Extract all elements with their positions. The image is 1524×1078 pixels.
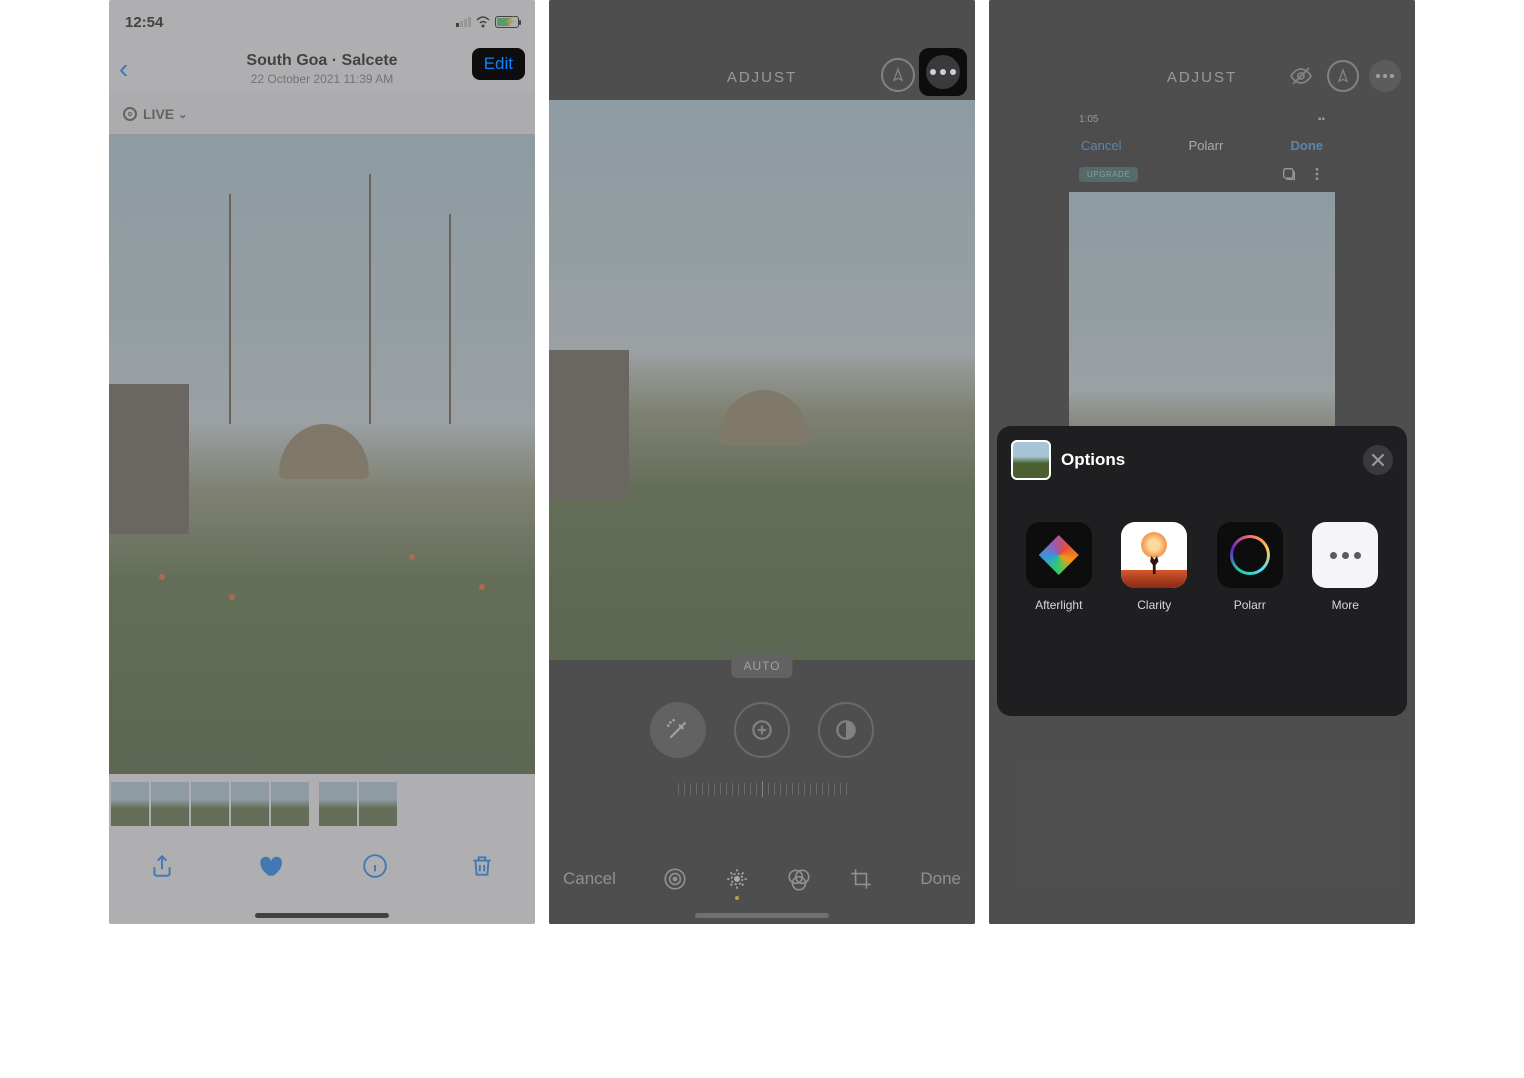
extension-apps-row: Afterlight Clarity Polarr More — [1011, 510, 1393, 624]
adjust-title: ADJUST — [1167, 69, 1237, 86]
markup-button[interactable] — [881, 58, 915, 92]
thumbnail-current[interactable] — [359, 782, 397, 826]
close-icon — [1371, 453, 1385, 467]
app-polarr[interactable]: Polarr — [1210, 522, 1290, 612]
extension-cancel[interactable]: Cancel — [1081, 138, 1121, 153]
photo-title-block: South Goa · Salcete 22 October 2021 11:3… — [246, 52, 397, 86]
upgrade-badge[interactable]: UPGRADE — [1079, 167, 1138, 182]
layers-icon[interactable] — [1281, 166, 1297, 182]
trash-icon[interactable] — [469, 853, 495, 879]
afterlight-icon — [1026, 522, 1092, 588]
info-icon[interactable] — [362, 853, 388, 879]
thumbnail[interactable] — [319, 782, 357, 826]
bottom-toolbar — [109, 836, 535, 896]
brilliance-button[interactable] — [818, 702, 874, 758]
app-more[interactable]: More — [1305, 522, 1385, 612]
back-button[interactable]: ‹ — [119, 53, 128, 85]
live-edit-icon[interactable] — [662, 866, 688, 892]
home-indicator[interactable] — [255, 913, 389, 918]
extension-time: 1:05 — [1079, 114, 1098, 125]
extension-status-bar: 1:05 ▪▪ — [1069, 108, 1335, 130]
status-time: 12:54 — [125, 14, 163, 31]
wifi-icon — [475, 16, 491, 28]
more-options-button[interactable] — [1369, 60, 1401, 92]
photo-edit-viewport[interactable]: AUTO — [549, 100, 975, 660]
battery-icon: ⚡ — [495, 16, 519, 28]
thumbnail[interactable] — [271, 782, 309, 826]
options-sheet: Options Afterlight Clarity Polarr — [997, 426, 1407, 716]
live-icon — [123, 107, 137, 121]
location-title: South Goa · Salcete — [246, 52, 397, 70]
photo-viewport[interactable] — [109, 134, 535, 774]
more-options-button[interactable] — [919, 48, 967, 96]
extension-battery-icon: ▪▪ — [1318, 114, 1325, 125]
home-indicator[interactable] — [695, 913, 829, 918]
thumbnail[interactable] — [111, 782, 149, 826]
exposure-button[interactable] — [734, 702, 790, 758]
favorite-icon[interactable] — [256, 853, 282, 879]
sheet-thumbnail — [1011, 440, 1051, 480]
app-label: Clarity — [1137, 598, 1171, 612]
timestamp-subtitle: 22 October 2021 11:39 AM — [246, 72, 397, 86]
app-clarity[interactable]: Clarity — [1114, 522, 1194, 612]
extension-toolbar: UPGRADE — [1069, 160, 1335, 188]
edit-button[interactable]: Edit — [472, 48, 525, 80]
edit-nav-bar: ADJUST — [989, 0, 1415, 100]
status-indicators: ⚡ — [456, 16, 519, 28]
app-label: More — [1332, 598, 1359, 612]
more-icon — [1312, 522, 1378, 588]
app-afterlight[interactable]: Afterlight — [1019, 522, 1099, 612]
thumbnail[interactable] — [191, 782, 229, 826]
close-button[interactable] — [1363, 445, 1393, 475]
extension-title: Polarr — [1189, 138, 1224, 153]
extension-done[interactable]: Done — [1291, 138, 1324, 153]
adjustment-slider[interactable] — [549, 776, 975, 802]
adjustment-controls — [549, 690, 975, 770]
cellular-signal-icon — [456, 17, 471, 27]
share-icon[interactable] — [149, 853, 175, 879]
adjust-title: ADJUST — [727, 69, 797, 86]
live-photo-toggle[interactable]: LIVE ⌄ — [109, 94, 535, 134]
filters-tab-icon[interactable] — [786, 866, 812, 892]
edit-nav-bar: ADJUST — [549, 0, 975, 100]
auto-enhance-button[interactable] — [650, 702, 706, 758]
sheet-title: Options — [1061, 450, 1125, 470]
adjust-tab-icon[interactable] — [724, 866, 750, 892]
polarr-icon — [1217, 522, 1283, 588]
crop-tab-icon[interactable] — [848, 866, 874, 892]
chevron-down-icon: ⌄ — [178, 108, 187, 121]
extension-nav: Cancel Polarr Done — [1069, 130, 1335, 160]
thumbnail-scrubber[interactable] — [109, 780, 535, 828]
thumbnail[interactable] — [151, 782, 189, 826]
done-button[interactable]: Done — [920, 869, 961, 889]
menu-dots-icon[interactable] — [1309, 166, 1325, 182]
markup-button[interactable] — [1327, 60, 1359, 92]
preview-toggle-icon[interactable] — [1285, 60, 1317, 92]
edit-button-label: Edit — [484, 54, 513, 73]
app-label: Afterlight — [1035, 598, 1082, 612]
thumbnail[interactable] — [231, 782, 269, 826]
cancel-button[interactable]: Cancel — [563, 869, 616, 889]
status-bar: 12:54 ⚡ — [109, 0, 535, 44]
edit-bottom-bar: Cancel Done — [549, 854, 975, 904]
clarity-icon — [1121, 522, 1187, 588]
auto-label: AUTO — [731, 654, 792, 678]
live-label: LIVE — [143, 106, 174, 122]
app-label: Polarr — [1234, 598, 1266, 612]
